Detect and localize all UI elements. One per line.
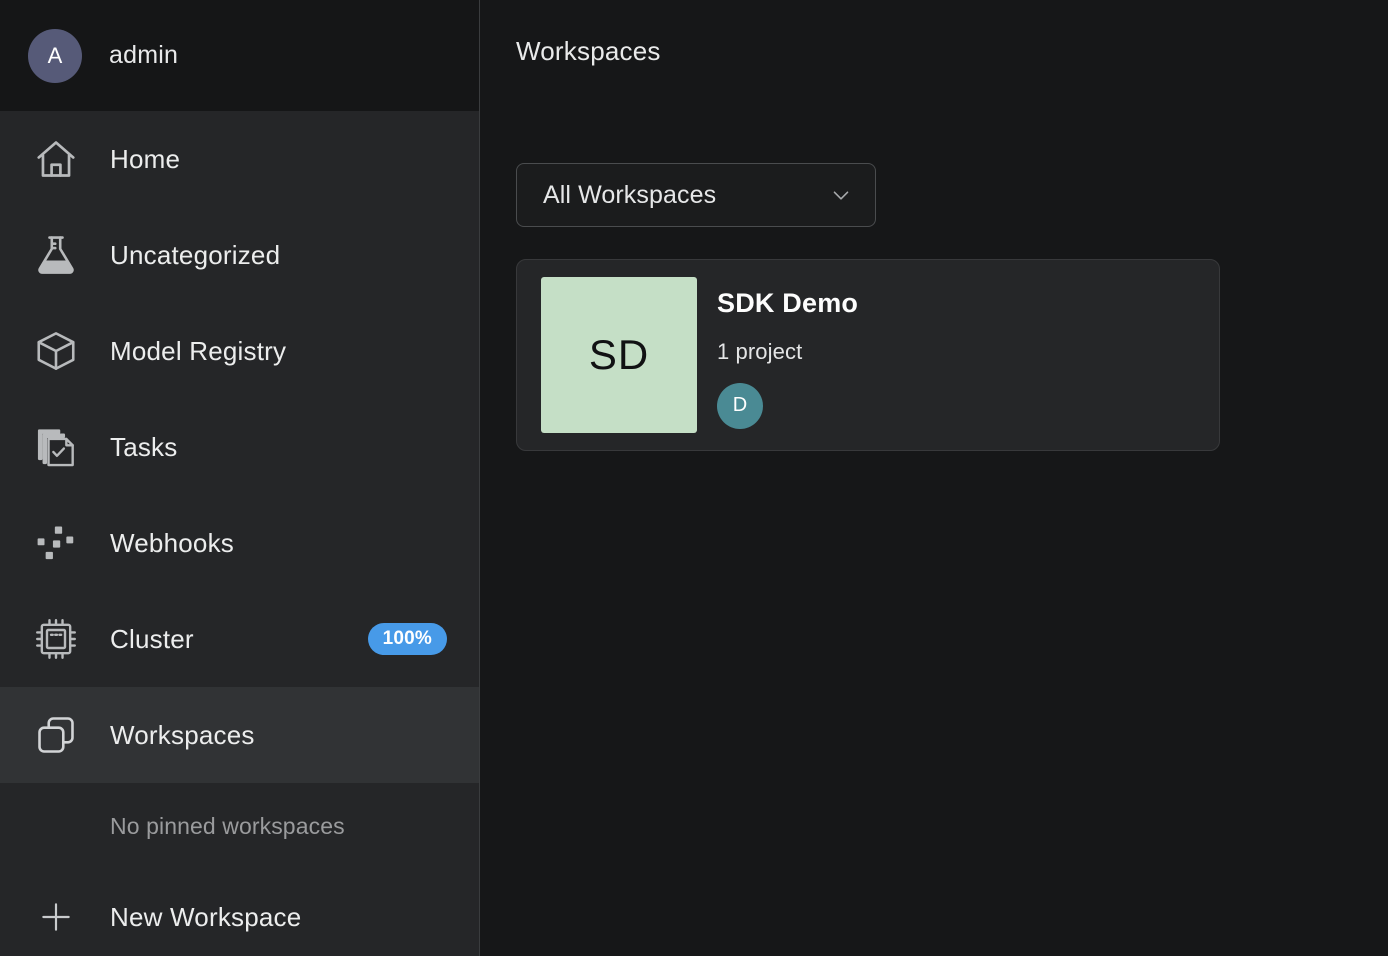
flask-icon (28, 227, 84, 283)
webhooks-icon (28, 515, 84, 571)
new-workspace-button[interactable]: New Workspace (0, 869, 479, 956)
app-root: A admin Home Uncategorized Model Registr… (0, 0, 1388, 956)
workspace-project-count: 1 project (717, 338, 803, 364)
account-header[interactable]: A admin (0, 0, 479, 111)
sidebar-item-webhooks[interactable]: Webhooks (0, 495, 479, 591)
page-title: Workspaces (516, 36, 661, 66)
workspace-card-list: SD SDK Demo 1 project D (516, 259, 1388, 451)
workspace-filter-value: All Workspaces (543, 180, 717, 209)
main-content: Workspaces All Workspaces SD SDK Demo 1 … (480, 0, 1388, 956)
new-workspace-label: New Workspace (110, 901, 302, 932)
status-badge: 100% (367, 623, 447, 655)
pinned-workspaces-empty: No pinned workspaces (110, 812, 345, 839)
sidebar-item-label: Uncategorized (110, 239, 281, 270)
avatar[interactable]: D (717, 382, 763, 429)
filter-row: All Workspaces (516, 163, 1388, 227)
workspace-filter-dropdown[interactable]: All Workspaces (516, 163, 876, 227)
sidebar-item-label: Webhooks (110, 527, 234, 558)
sidebar-item-tasks[interactable]: Tasks (0, 399, 479, 495)
workspace-name: SDK Demo (717, 287, 859, 318)
account-username: admin (109, 41, 179, 69)
sidebar-item-workspaces[interactable]: Workspaces (0, 687, 479, 783)
stacked-squares-icon (28, 707, 84, 763)
sidebar-item-label: Workspaces (110, 719, 255, 750)
sidebar-item-label: Model Registry (110, 335, 287, 366)
workspace-members: D (717, 382, 858, 429)
sidebar-item-label: Home (110, 143, 181, 174)
workspace-thumbnail: SD (541, 277, 697, 433)
tasks-icon (28, 419, 84, 475)
sidebar-item-home[interactable]: Home (0, 111, 479, 207)
sidebar-item-uncategorized[interactable]: Uncategorized (0, 207, 479, 303)
cube-icon (28, 323, 84, 379)
avatar: A (28, 28, 82, 83)
sidebar: A admin Home Uncategorized Model Registr… (0, 0, 480, 956)
sidebar-item-model-registry[interactable]: Model Registry (0, 303, 479, 399)
chip-icon (28, 611, 84, 667)
chevron-down-icon[interactable] (827, 182, 855, 208)
sidebar-nav: Home Uncategorized Model Registry Tasks … (0, 111, 479, 956)
workspace-card[interactable]: SD SDK Demo 1 project D (516, 259, 1220, 451)
plus-icon (28, 889, 84, 945)
sidebar-item-cluster[interactable]: Cluster 100% (0, 591, 479, 687)
sidebar-item-label: Tasks (110, 431, 178, 462)
workspace-info: SDK Demo 1 project D (717, 277, 858, 433)
home-icon (28, 131, 84, 187)
sidebar-item-label: Cluster (110, 623, 194, 654)
